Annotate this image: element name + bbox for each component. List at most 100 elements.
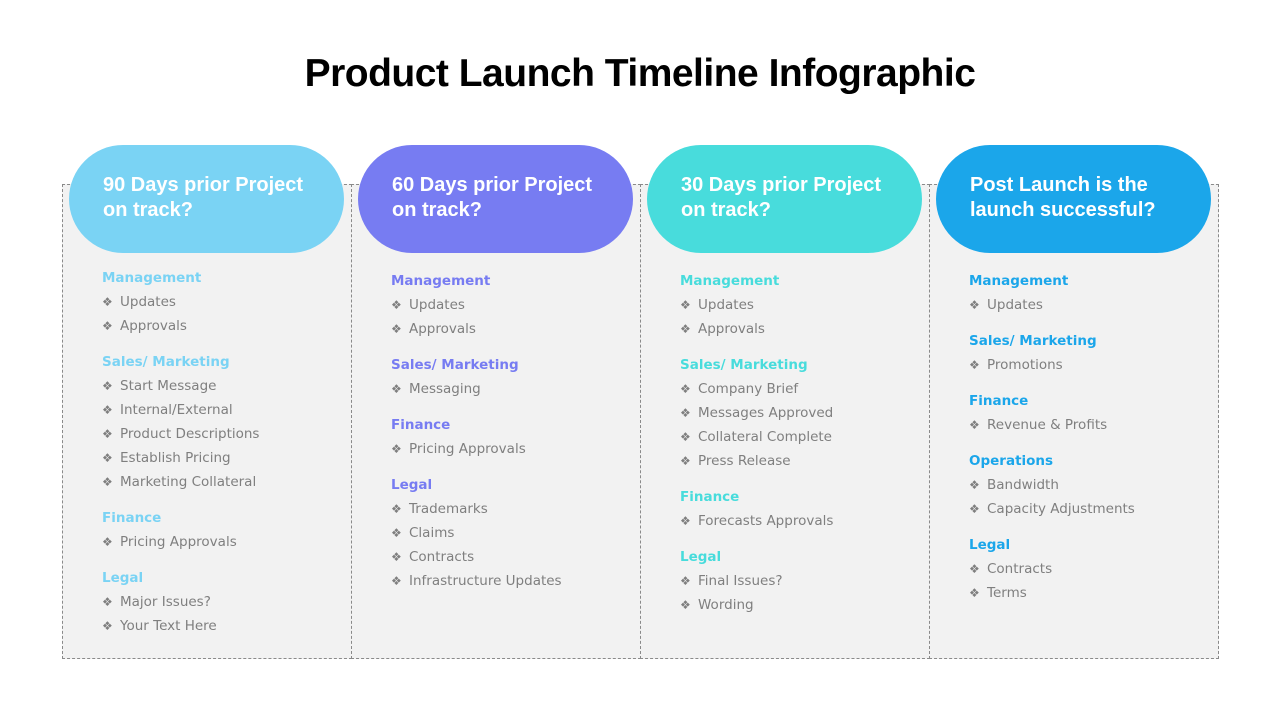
section-title: Finance: [391, 417, 451, 433]
list-item: ❖ Press Release: [680, 449, 833, 473]
list-item: ❖ Terms: [969, 581, 1135, 605]
list-item-text: Product Descriptions: [120, 426, 260, 442]
list-item-text: Pricing Approvals: [409, 441, 526, 457]
list-item: ❖ Updates: [391, 293, 562, 317]
diamond-bullet-icon: ❖: [680, 406, 691, 420]
section: Finance ❖ Pricing Approvals: [391, 417, 562, 461]
list-item-text: Forecasts Approvals: [698, 513, 834, 529]
section-title: Sales/ Marketing: [969, 333, 1097, 349]
diamond-bullet-icon: ❖: [102, 319, 113, 333]
diamond-bullet-icon: ❖: [102, 379, 113, 393]
list-item: ❖ Claims: [391, 521, 562, 545]
section: Management ❖ Updates: [969, 273, 1135, 317]
column-content: Management ❖ Updates ❖ Approvals Sales/ Marke…: [680, 273, 833, 633]
list-item-text: Revenue & Profits: [987, 417, 1108, 433]
section: Finance ❖ Forecasts Approvals: [680, 489, 833, 533]
diamond-bullet-icon: ❖: [391, 574, 402, 588]
diamond-bullet-icon: ❖: [969, 586, 980, 600]
section-title: Legal: [680, 549, 722, 565]
list-item: ❖ Updates: [969, 293, 1135, 317]
list-item-text: Start Message: [120, 378, 217, 394]
section: Sales/ Marketing ❖ Messaging: [391, 357, 562, 401]
list-item: ❖ Promotions: [969, 353, 1135, 377]
section: Sales/ Marketing ❖ Company Brief ❖ Messages …: [680, 357, 833, 473]
list-item-text: Final Issues?: [698, 573, 783, 589]
list-item: ❖ Collateral Complete: [680, 425, 833, 449]
section-title: Operations: [969, 453, 1054, 469]
list-item: ❖ Contracts: [969, 557, 1135, 581]
diamond-bullet-icon: ❖: [680, 514, 691, 528]
list-item: ❖ Approvals: [102, 314, 259, 338]
list-item-text: Internal/External: [120, 402, 233, 418]
list-item: ❖ Company Brief: [680, 377, 833, 401]
column-heading-pill: 30 Days prior Project on track?: [647, 145, 922, 253]
section-title: Sales/ Marketing: [391, 357, 519, 373]
section: Legal ❖ Major Issues? ❖ Your Text Here: [102, 570, 259, 638]
section-title: Finance: [102, 510, 162, 526]
diamond-bullet-icon: ❖: [680, 298, 691, 312]
diamond-bullet-icon: ❖: [391, 322, 402, 336]
list-item: ❖ Approvals: [680, 317, 833, 341]
list-item-text: Promotions: [987, 357, 1063, 373]
list-item-text: Updates: [987, 297, 1043, 313]
diamond-bullet-icon: ❖: [391, 526, 402, 540]
list-item-text: Bandwidth: [987, 477, 1059, 493]
section-title: Management: [680, 273, 780, 289]
section: Management ❖ Updates ❖ Approvals: [391, 273, 562, 341]
list-item-text: Trademarks: [409, 501, 488, 517]
section: Legal ❖ Final Issues? ❖ Wording: [680, 549, 833, 617]
section: Legal ❖ Contracts ❖ Terms: [969, 537, 1135, 605]
list-item: ❖ Revenue & Profits: [969, 413, 1135, 437]
diamond-bullet-icon: ❖: [680, 322, 691, 336]
list-item: ❖ Approvals: [391, 317, 562, 341]
diamond-bullet-icon: ❖: [969, 502, 980, 516]
list-item-text: Messaging: [409, 381, 481, 397]
diamond-bullet-icon: ❖: [680, 598, 691, 612]
section-title: Finance: [969, 393, 1029, 409]
section: Finance ❖ Pricing Approvals: [102, 510, 259, 554]
diamond-bullet-icon: ❖: [391, 550, 402, 564]
list-item-text: Terms: [987, 585, 1027, 601]
column-content: Management ❖ Updates ❖ Approvals Sales/ Marke…: [102, 270, 259, 654]
list-item: ❖ Internal/External: [102, 398, 259, 422]
section: Legal ❖ Trademarks ❖ Claims ❖ Contracts ❖ Infras…: [391, 477, 562, 593]
list-item-text: Contracts: [409, 549, 475, 565]
page-title: Product Launch Timeline Infographic: [304, 52, 976, 95]
column-content: Management ❖ Updates Sales/ Marketing ❖ Promo…: [969, 273, 1135, 621]
section: Finance ❖ Revenue & Profits: [969, 393, 1135, 437]
list-item: ❖ Updates: [102, 290, 259, 314]
list-item: ❖ Capacity Adjustments: [969, 497, 1135, 521]
section: Management ❖ Updates ❖ Approvals: [102, 270, 259, 338]
section-title: Legal: [391, 477, 433, 493]
section: Sales/ Marketing ❖ Start Message ❖ Internal/…: [102, 354, 259, 494]
list-item-text: Press Release: [698, 453, 791, 469]
diamond-bullet-icon: ❖: [102, 451, 113, 465]
list-item-text: Infrastructure Updates: [409, 573, 562, 589]
section: Management ❖ Updates ❖ Approvals: [680, 273, 833, 341]
diamond-bullet-icon: ❖: [969, 418, 980, 432]
list-item-text: Approvals: [698, 321, 765, 337]
diamond-bullet-icon: ❖: [102, 295, 113, 309]
list-item: ❖ Messaging: [391, 377, 562, 401]
list-item: ❖ Infrastructure Updates: [391, 569, 562, 593]
list-item: ❖ Final Issues?: [680, 569, 833, 593]
diamond-bullet-icon: ❖: [969, 358, 980, 372]
diamond-bullet-icon: ❖: [102, 595, 113, 609]
list-item: ❖ Pricing Approvals: [391, 437, 562, 461]
section: Operations ❖ Bandwidth ❖ Capacity Adjustment…: [969, 453, 1135, 521]
section-title: Legal: [102, 570, 144, 586]
diamond-bullet-icon: ❖: [391, 502, 402, 516]
section-title: Management: [102, 270, 202, 286]
diamond-bullet-icon: ❖: [969, 298, 980, 312]
list-item: ❖ Major Issues?: [102, 590, 259, 614]
section-title: Management: [391, 273, 491, 289]
section-title: Legal: [969, 537, 1011, 553]
list-item-text: Updates: [698, 297, 754, 313]
list-item-text: Establish Pricing: [120, 450, 231, 466]
column-heading-pill: 90 Days prior Project on track?: [69, 145, 344, 253]
diamond-bullet-icon: ❖: [680, 430, 691, 444]
section-title: Sales/ Marketing: [680, 357, 808, 373]
section-title: Management: [969, 273, 1069, 289]
list-item: ❖ Bandwidth: [969, 473, 1135, 497]
diamond-bullet-icon: ❖: [969, 562, 980, 576]
